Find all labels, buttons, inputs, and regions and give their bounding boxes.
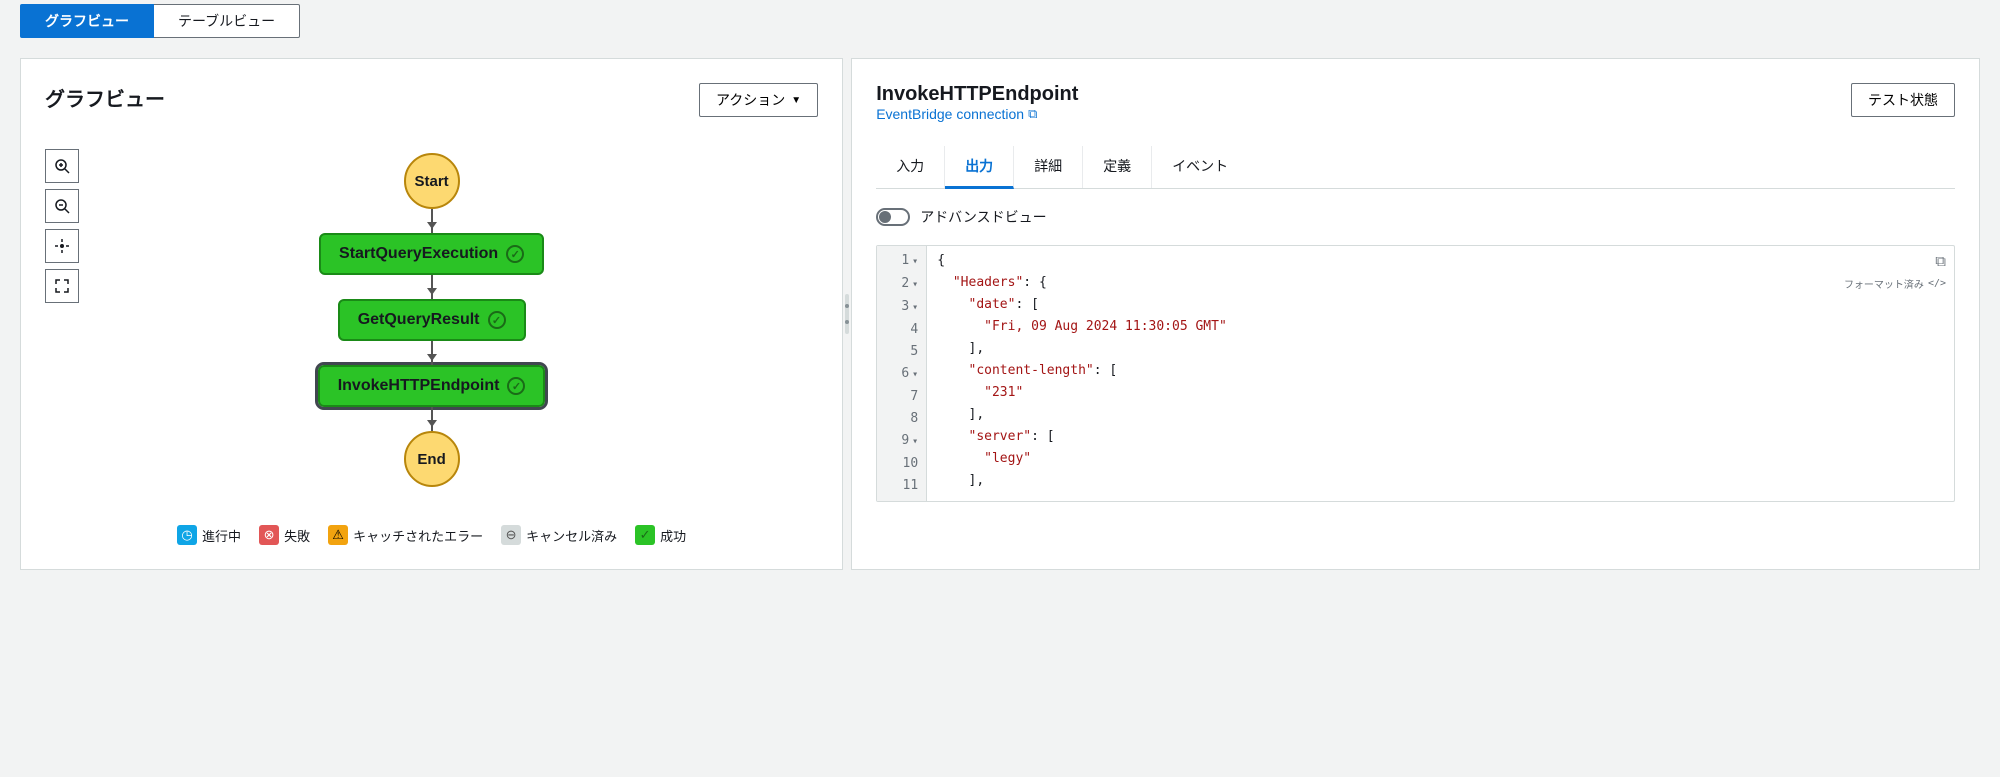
code-line: {: [927, 250, 1954, 272]
code-line: ],: [927, 338, 1954, 360]
tab-graph-view[interactable]: グラフビュー: [20, 4, 154, 38]
tab-output[interactable]: 出力: [945, 146, 1014, 189]
code-line: "Headers": {: [927, 272, 1954, 294]
code-line: "legy": [927, 448, 1954, 470]
code-viewer: 1▾2▾3▾456▾789▾1011 { "Headers": { "date"…: [876, 245, 1955, 502]
test-state-button[interactable]: テスト状態: [1851, 83, 1955, 117]
code-line: "date": [: [927, 294, 1954, 316]
end-node[interactable]: End: [404, 431, 460, 487]
zoom-in-icon: [54, 158, 70, 174]
progress-icon: ◷: [177, 525, 197, 545]
view-mode-tabs: グラフビュー テーブルビュー: [0, 4, 2000, 38]
graph-panel-title: グラフビュー: [45, 83, 165, 112]
code-icon: </>: [1928, 278, 1946, 289]
node-get-query-result[interactable]: GetQueryResult ✓: [338, 299, 526, 341]
fail-icon: ⊗: [259, 525, 279, 545]
edge: [431, 209, 433, 233]
fullscreen-icon: [54, 278, 70, 294]
legend-progress: ◷ 進行中: [177, 525, 241, 545]
legend-fail: ⊗ 失敗: [259, 525, 310, 545]
node-label: StartQueryExecution: [339, 245, 498, 263]
tab-events[interactable]: イベント: [1152, 146, 1248, 188]
legend: ◷ 進行中 ⊗ 失敗 ⚠ キャッチされたエラー ⊖ キャンセル済み ✓ 成功: [45, 513, 818, 545]
details-title: InvokeHTTPEndpoint: [876, 83, 1078, 106]
zoom-out-icon: [54, 198, 70, 214]
external-link-icon: ⧉: [1028, 106, 1037, 122]
success-check-icon: ✓: [488, 311, 506, 329]
cancel-icon: ⊖: [501, 525, 521, 545]
line-number: 11: [877, 475, 926, 497]
line-number: 5: [877, 341, 926, 363]
advanced-view-toggle[interactable]: [876, 208, 910, 226]
line-number: 7: [877, 386, 926, 408]
line-number: 2▾: [877, 273, 926, 296]
copy-button[interactable]: ⧉: [1935, 252, 1946, 270]
start-node[interactable]: Start: [404, 153, 460, 209]
code-line: "server": [: [927, 426, 1954, 448]
advanced-view-label: アドバンスドビュー: [920, 207, 1046, 227]
edge: [431, 407, 433, 431]
center-icon: [54, 238, 70, 254]
node-invoke-http-endpoint[interactable]: InvokeHTTPEndpoint ✓: [318, 365, 546, 407]
warning-icon: ⚠: [328, 525, 348, 545]
legend-cancel: ⊖ キャンセル済み: [501, 525, 617, 545]
success-icon: ✓: [635, 525, 655, 545]
line-number: 4: [877, 319, 926, 341]
zoom-in-button[interactable]: [45, 149, 79, 183]
formatted-label: フォーマット済み </>: [1844, 276, 1946, 291]
zoom-out-button[interactable]: [45, 189, 79, 223]
code-line: ],: [927, 404, 1954, 426]
line-number: 8: [877, 408, 926, 430]
line-number: 10: [877, 453, 926, 475]
code-line: "content-length": [: [927, 360, 1954, 382]
node-start-query-execution[interactable]: StartQueryExecution ✓: [319, 233, 544, 275]
workflow-graph: Start StartQueryExecution ✓ GetQueryResu…: [45, 133, 818, 497]
eventbridge-connection-link[interactable]: EventBridge connection ⧉: [876, 106, 1037, 122]
tab-details[interactable]: 詳細: [1014, 146, 1083, 188]
success-check-icon: ✓: [506, 245, 524, 263]
line-number: 9▾: [877, 430, 926, 453]
node-label: InvokeHTTPEndpoint: [338, 377, 500, 395]
line-number: 3▾: [877, 296, 926, 319]
graph-panel: グラフビュー アクション ▼: [20, 58, 843, 570]
tab-definition[interactable]: 定義: [1083, 146, 1152, 188]
line-number: 1▾: [877, 250, 926, 273]
detail-tabs: 入力 出力 詳細 定義 イベント: [876, 146, 1955, 189]
edge: [431, 275, 433, 299]
fullscreen-button[interactable]: [45, 269, 79, 303]
success-check-icon: ✓: [507, 377, 525, 395]
legend-success: ✓ 成功: [635, 525, 686, 545]
code-gutter: 1▾2▾3▾456▾789▾1011: [877, 246, 927, 501]
code-line: ],: [927, 470, 1954, 492]
details-panel: InvokeHTTPEndpoint EventBridge connectio…: [851, 58, 1980, 570]
panel-splitter[interactable]: [843, 58, 851, 570]
edge: [431, 341, 433, 365]
tab-table-view[interactable]: テーブルビュー: [154, 4, 300, 38]
center-button[interactable]: [45, 229, 79, 263]
code-line: "231": [927, 382, 1954, 404]
node-label: GetQueryResult: [358, 311, 480, 329]
action-dropdown-button[interactable]: アクション ▼: [699, 83, 818, 117]
code-body: { "Headers": { "date": [ "Fri, 09 Aug 20…: [927, 246, 1954, 501]
caret-down-icon: ▼: [791, 95, 801, 106]
line-number: 6▾: [877, 363, 926, 386]
graph-toolbar: [45, 149, 79, 303]
code-line: "Fri, 09 Aug 2024 11:30:05 GMT": [927, 316, 1954, 338]
tab-input[interactable]: 入力: [876, 146, 945, 188]
legend-caught: ⚠ キャッチされたエラー: [328, 525, 483, 545]
